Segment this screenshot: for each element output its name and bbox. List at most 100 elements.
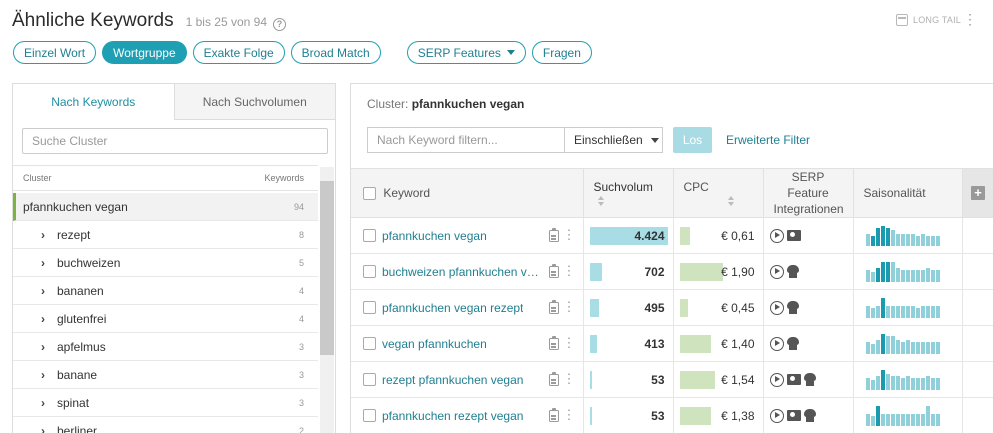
row-menu-icon[interactable]: ⋮	[563, 372, 576, 385]
pill-broad-match[interactable]: Broad Match	[290, 41, 381, 64]
season-bar	[875, 305, 880, 318]
cluster-label: bananen	[57, 283, 104, 298]
more-options-icon[interactable]: ⋮	[963, 12, 977, 26]
row-menu-icon[interactable]: ⋮	[563, 300, 576, 313]
season-bar	[900, 377, 905, 390]
include-select[interactable]: Einschließen	[564, 127, 663, 153]
keyword-link[interactable]: rezept pfannkuchen vegan	[382, 373, 523, 387]
clipboard-icon[interactable]	[548, 264, 559, 278]
row-menu-icon[interactable]: ⋮	[563, 336, 576, 349]
cluster-count: 4	[298, 313, 304, 324]
add-column-button[interactable]: +	[962, 168, 993, 218]
season-bar	[920, 341, 925, 354]
cluster-count: 94	[293, 201, 304, 212]
scrollbar-thumb[interactable]	[320, 181, 334, 355]
cluster-item-pfannkuchen-vegan[interactable]: pfannkuchen vegan 94	[13, 193, 318, 221]
chevron-down-icon	[650, 137, 659, 143]
include-label: Einschließen	[574, 133, 643, 147]
chevron-right-icon: ›	[41, 367, 45, 382]
table-row: buchweizen pfannkuchen vegan ⋮ 702 € 1,90	[351, 253, 993, 290]
cpc-col-header[interactable]: CPC	[673, 168, 764, 218]
keyword-link[interactable]: pfannkuchen vegan	[382, 229, 487, 243]
season-bar	[910, 269, 915, 282]
clipboard-icon[interactable]	[548, 408, 559, 422]
tab-by-volume[interactable]: Nach Suchvolumen	[173, 84, 335, 120]
chevron-right-icon: ›	[41, 283, 45, 298]
season-bar	[935, 269, 940, 282]
row-menu-icon[interactable]: ⋮	[563, 228, 576, 241]
row-checkbox[interactable]	[363, 301, 376, 315]
pill-einzel-wort[interactable]: Einzel Wort	[13, 41, 97, 64]
row-checkbox[interactable]	[363, 373, 376, 387]
clipboard-icon[interactable]	[548, 300, 559, 314]
cluster-item-banane[interactable]: › banane 3	[13, 361, 318, 389]
select-all-checkbox[interactable]	[363, 186, 376, 200]
cluster-item-spinat[interactable]: › spinat 3	[13, 389, 318, 417]
season-bar	[870, 415, 875, 426]
pill-wortgruppe[interactable]: Wortgruppe	[102, 41, 187, 64]
season-bar	[925, 405, 930, 426]
tab-by-keywords[interactable]: Nach Keywords	[13, 84, 174, 120]
season-bar	[895, 267, 900, 282]
cluster-item-apfelmus[interactable]: › apfelmus 3	[13, 333, 318, 361]
table-row: pfannkuchen vegan ⋮ 4.424 € 0,61	[351, 217, 993, 254]
pill-exakte-folge[interactable]: Exakte Folge	[192, 41, 285, 64]
seasonality-cell	[853, 217, 963, 254]
season-bar	[920, 233, 925, 246]
advanced-filter-link[interactable]: Erweiterte Filter	[726, 133, 810, 147]
season-bar	[905, 233, 910, 246]
cpc-cell: € 1,90	[673, 253, 764, 290]
cpc-bar	[679, 263, 723, 281]
season-bar	[930, 269, 935, 282]
keyword-panel: Cluster: pfannkuchen vegan Einschließen …	[350, 83, 993, 433]
cluster-item-buchweizen[interactable]: › buchweizen 5	[13, 249, 318, 277]
clipboard-icon[interactable]	[548, 228, 559, 242]
season-bar	[920, 413, 925, 426]
cpc-bar	[679, 371, 715, 389]
cluster-item-rezept[interactable]: › rezept 8	[13, 221, 318, 249]
long-tail-label: LONG TAIL	[913, 15, 961, 25]
season-bar	[930, 341, 935, 354]
cluster-list: pfannkuchen vegan 94 › rezept 8 › buchweiz…	[13, 193, 318, 433]
empty-cell	[962, 289, 993, 326]
row-menu-icon[interactable]: ⋮	[563, 264, 576, 277]
season-bar	[905, 375, 910, 390]
keyword-link[interactable]: vegan pfannkuchen	[382, 337, 487, 351]
long-tail-toggle[interactable]: LONG TAIL	[896, 14, 961, 26]
cluster-item-bananen[interactable]: › bananen 4	[13, 277, 318, 305]
cluster-label: banane	[57, 367, 98, 382]
help-icon[interactable]: ?	[273, 18, 286, 31]
keywords-col-header: Keywords	[264, 173, 304, 183]
chevron-right-icon: ›	[41, 339, 45, 354]
season-bar	[885, 227, 890, 246]
season-bar	[915, 307, 920, 318]
clipboard-icon[interactable]	[548, 372, 559, 386]
season-bar	[880, 261, 885, 282]
season-bar	[890, 305, 895, 318]
row-menu-icon[interactable]: ⋮	[563, 408, 576, 421]
volume-col-header[interactable]: Suchvolum	[583, 168, 674, 218]
keyword-link[interactable]: pfannkuchen vegan rezept	[382, 301, 523, 315]
keyword-filter-input[interactable]	[367, 127, 564, 153]
page-title: Ähnliche Keywords	[12, 10, 174, 31]
cluster-scrollbar[interactable]	[320, 167, 334, 433]
keyword-link[interactable]: pfannkuchen rezept vegan	[382, 409, 523, 423]
play-circle-icon	[769, 336, 784, 351]
row-checkbox[interactable]	[363, 265, 376, 279]
clipboard-icon[interactable]	[548, 336, 559, 350]
row-checkbox[interactable]	[363, 409, 376, 423]
cluster-item-glutenfrei[interactable]: › glutenfrei 4	[13, 305, 318, 333]
cluster-item-berliner[interactable]: › berliner 2	[13, 417, 318, 433]
go-button[interactable]: Los	[673, 127, 712, 153]
season-bar	[895, 233, 900, 246]
chef-hat-icon	[786, 337, 799, 351]
empty-cell	[962, 253, 993, 290]
pill-fragen[interactable]: Fragen	[531, 41, 592, 64]
row-checkbox[interactable]	[363, 337, 376, 351]
keyword-link[interactable]: buchweizen pfannkuchen vegan	[382, 265, 539, 279]
row-checkbox[interactable]	[363, 229, 376, 243]
table-row: rezept pfannkuchen vegan ⋮ 53 € 1,54	[351, 361, 993, 398]
cluster-search-input[interactable]	[22, 128, 328, 154]
cpc-value: € 0,61	[721, 228, 755, 243]
serp-features-dropdown[interactable]: SERP Features	[406, 41, 526, 64]
